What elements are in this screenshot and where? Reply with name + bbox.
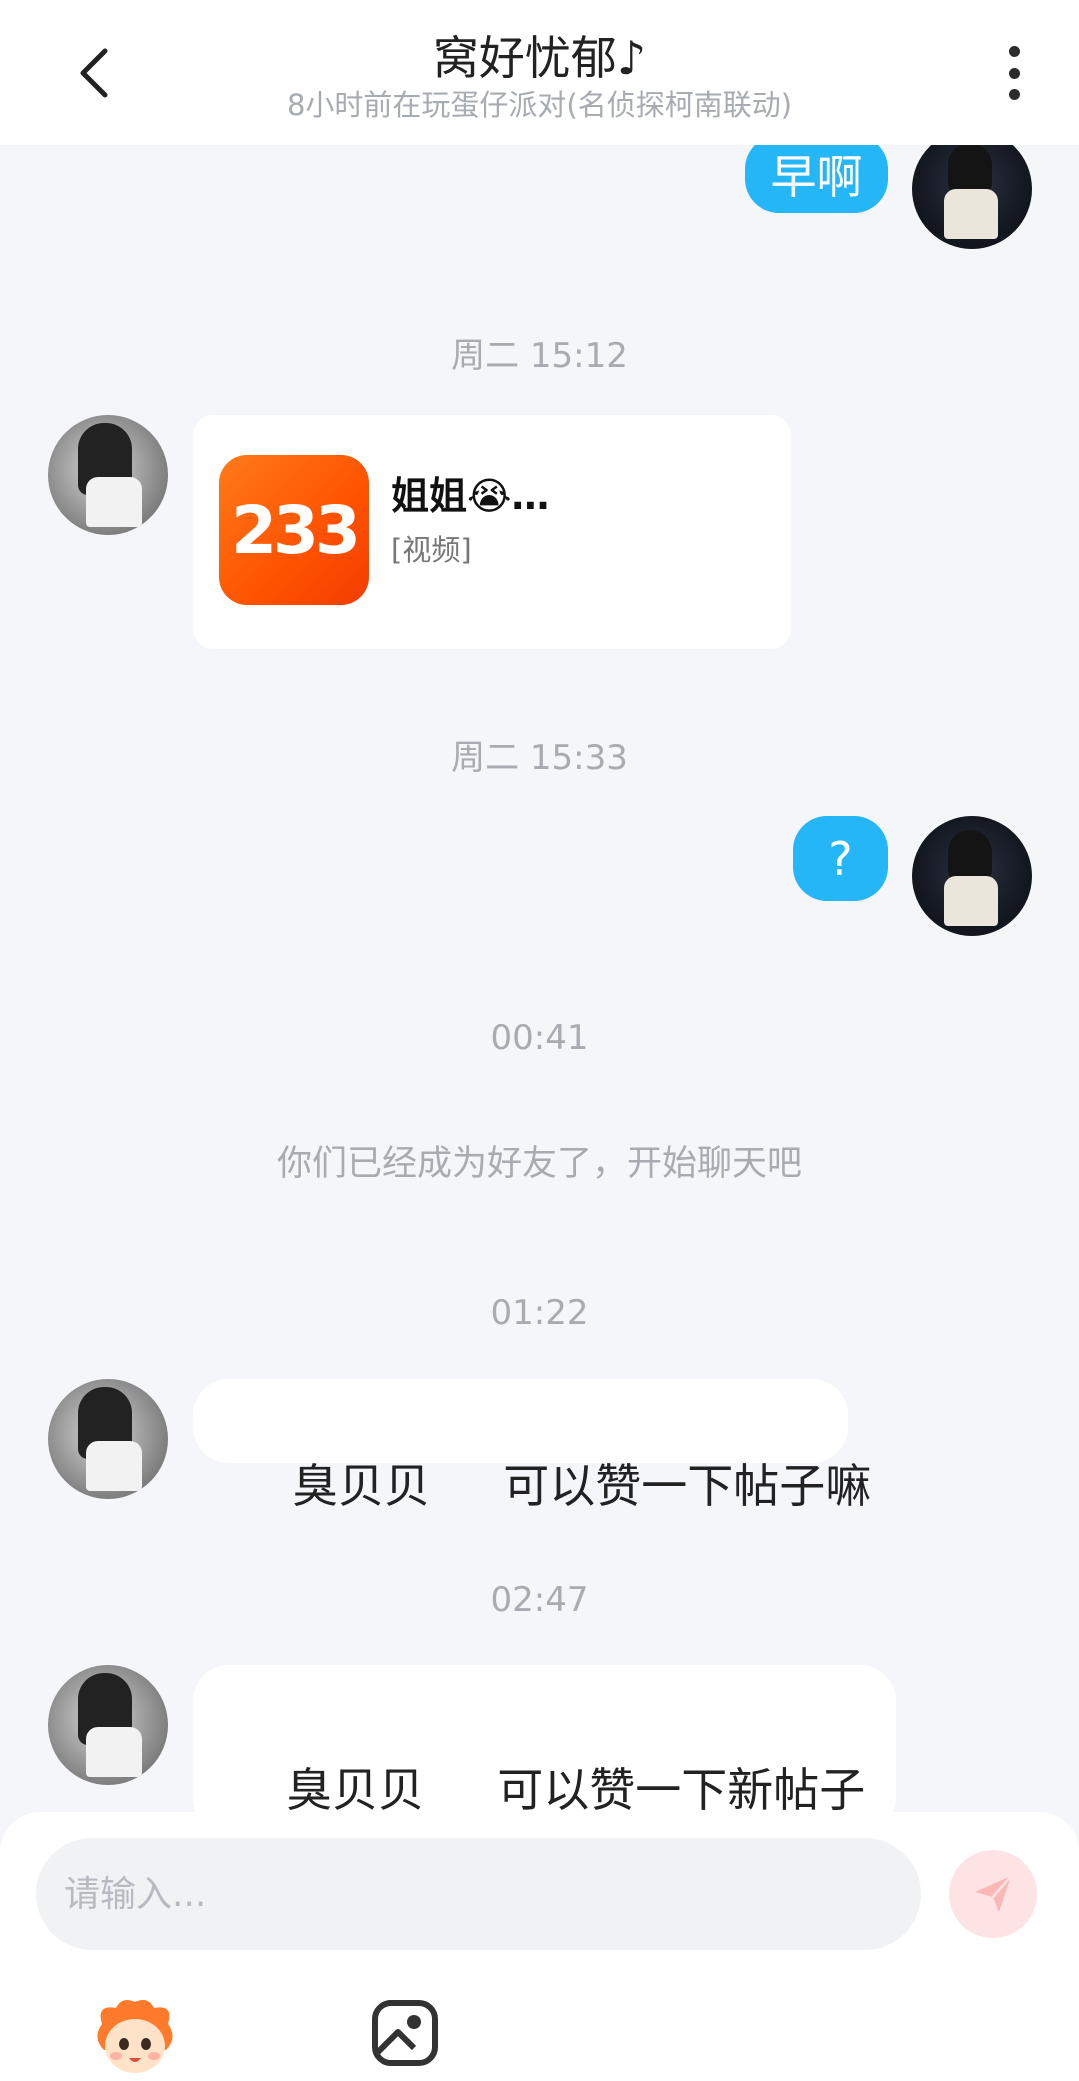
timestamp: 01:22 (490, 1293, 589, 1333)
card-title: 姐姐😭… (391, 474, 550, 518)
chat-title: 窝好忧郁♪ (432, 31, 647, 85)
mascot-emoji-icon[interactable] (92, 1994, 178, 2078)
message-input-wrapper (36, 1838, 921, 1950)
timestamp: 周二 15:12 (451, 336, 628, 376)
my-avatar[interactable] (912, 145, 1032, 249)
message-text: ? (828, 831, 853, 886)
more-options-button[interactable] (989, 40, 1039, 106)
timestamp: 00:41 (490, 1018, 589, 1058)
card-type-label: [视频] (391, 533, 472, 567)
timestamp: 02:47 (490, 1580, 589, 1620)
timestamp: 周二 15:33 (451, 738, 628, 778)
image-icon[interactable] (370, 1998, 440, 2068)
message-bubble-incoming[interactable]: 臭贝贝 可以赞一下新帖子嘛 +评论 (193, 1665, 896, 1815)
app-233-logo: 233 (219, 455, 369, 605)
more-vertical-icon (1008, 46, 1020, 57)
message-text: 早啊 (770, 150, 863, 204)
friend-avatar[interactable] (48, 1379, 168, 1499)
shared-video-card[interactable]: 233 姐姐😭… [视频] (193, 415, 791, 649)
paper-plane-icon (975, 1875, 1012, 1912)
send-button[interactable] (949, 1850, 1037, 1938)
message-text: 臭贝贝 可以赞一下帖子嘛 (277, 1459, 872, 1513)
friend-avatar[interactable] (48, 1665, 168, 1785)
my-avatar[interactable] (912, 816, 1032, 936)
message-bubble-outgoing[interactable]: 早啊 (745, 145, 888, 213)
message-bubble-incoming[interactable]: 臭贝贝 可以赞一下帖子嘛 (193, 1379, 871, 1513)
chat-status-subtitle: 8小时前在玩蛋仔派对(名侦探柯南联动) (286, 88, 793, 122)
friend-avatar[interactable] (48, 415, 168, 535)
system-notice: 你们已经成为好友了，开始聊天吧 (276, 1144, 802, 1184)
message-list[interactable]: 早啊 周二 15:12 233 姐姐😭… [视频] 周二 15:33 ? 00:… (0, 145, 1079, 1815)
message-text: 臭贝贝 可以赞一下新帖子嘛 +评论 (286, 1763, 866, 1815)
message-bubble-outgoing[interactable]: ? (793, 816, 888, 901)
message-input[interactable] (36, 1838, 921, 1950)
composer-panel (0, 1812, 1079, 2081)
chat-header: 窝好忧郁♪ 8小时前在玩蛋仔派对(名侦探柯南联动) (0, 0, 1079, 145)
